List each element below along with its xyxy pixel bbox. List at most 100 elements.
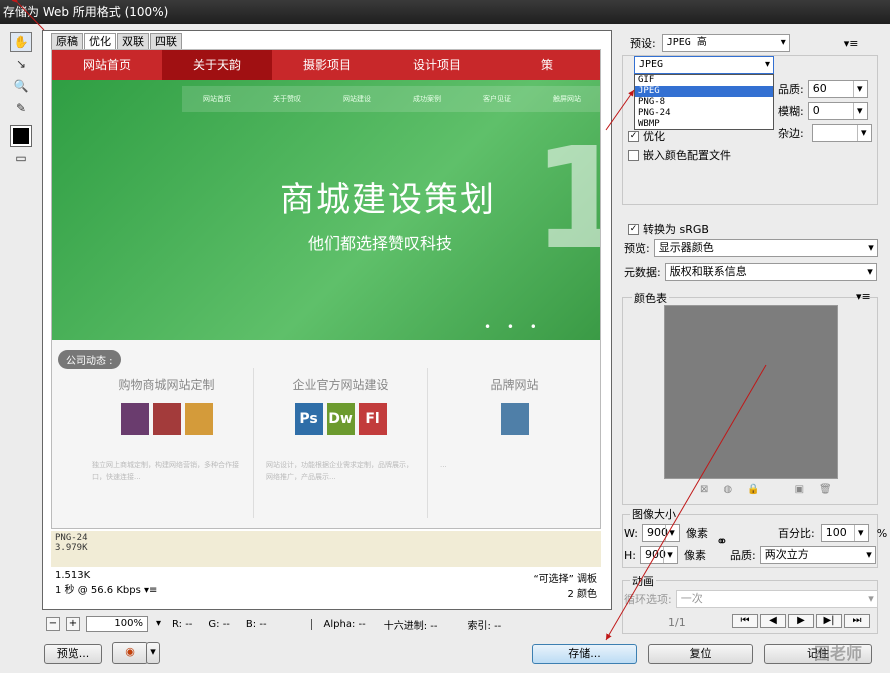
preview-nav-item: 关于天韵: [162, 50, 272, 80]
dialog-buttons: 预览... ◉ ▾ 存储... 复位 记住: [0, 640, 890, 670]
width-row: W: 900 像素: [624, 524, 708, 542]
quality-row: 品质: 60: [778, 80, 868, 98]
watermark-logo: 图老师: [814, 644, 863, 663]
height-row: H: 900 像素: [624, 546, 706, 564]
slice-format: PNG-24: [55, 533, 88, 543]
preview-card-text: 网站设计，功能根据企业需求定制，品牌展示，网络推广，产品展示...: [266, 461, 413, 481]
format-option-png8[interactable]: PNG-8: [635, 97, 773, 108]
preview-card-title: 企业官方网站建设: [292, 378, 389, 392]
preview-card-art: [440, 403, 589, 449]
animation-controls: ⏮ ◀ ▶ ▶| ⏭: [732, 614, 870, 628]
preview-nav-item: 设计项目: [412, 58, 461, 72]
metadata-label: 元数据:: [624, 266, 661, 279]
preview-card-art: [92, 403, 241, 449]
preview-subnav-item: 网站首页: [203, 95, 231, 103]
convert-srgb-row: ✓ 转换为 sRGB: [628, 221, 709, 237]
preview-hero-banner: 网站首页 关于赞叹 网站建设 成功案例 客户见证 触屏网站 1 商城建设策划 他…: [52, 80, 600, 340]
view-tabs: 原稿 优化 双联 四联: [51, 33, 183, 49]
format-option-gif[interactable]: GIF: [635, 75, 773, 86]
download-speed-menu-icon[interactable]: ▾≡: [144, 585, 157, 596]
embed-profile-checkbox[interactable]: [628, 149, 639, 161]
first-frame-button[interactable]: ⏮: [732, 614, 758, 628]
slice-size: 3.979K: [55, 543, 88, 553]
eyedropper-color-swatch[interactable]: [10, 125, 32, 147]
metadata-select[interactable]: 版权和联系信息: [664, 263, 877, 281]
constrain-proportions-icon[interactable]: ⚭: [716, 534, 728, 550]
quality-field[interactable]: 60: [807, 80, 868, 98]
zoom-tool-icon[interactable]: 🔍: [10, 76, 32, 96]
preview-carousel-dots: • • •: [484, 320, 543, 334]
tab-4-up[interactable]: 四联: [150, 33, 182, 49]
width-unit: 像素: [685, 527, 708, 540]
height-field[interactable]: 900: [639, 546, 678, 564]
slice-select-tool-icon[interactable]: ↘: [10, 54, 32, 74]
save-button[interactable]: 存储...: [532, 644, 637, 664]
preview-subnav-item: 触屏网站: [553, 95, 581, 103]
hand-tool-icon[interactable]: ✋: [10, 32, 32, 52]
zoom-out-button[interactable]: −: [46, 617, 60, 631]
panel-menu-icon[interactable]: ▾≡: [844, 37, 859, 50]
lock-color-icon[interactable]: 🔒: [747, 484, 759, 495]
optimized-row: ✓ 优化: [628, 128, 665, 144]
preset-select[interactable]: JPEG 高: [661, 34, 790, 52]
preview-nav-item: 策: [540, 58, 553, 72]
embed-profile-row: 嵌入颜色配置文件: [628, 147, 731, 163]
image-size-title: 图像大小: [630, 506, 678, 522]
color-table-buttons: ⊠ ◍ 🔒 ▣ 🗑: [700, 484, 832, 495]
browser-icon: ◉: [125, 645, 135, 658]
chevron-down-icon: ▾: [150, 645, 156, 658]
format-option-wbmp[interactable]: WBMP: [635, 119, 773, 130]
tab-original[interactable]: 原稿: [51, 33, 83, 49]
preview-nav-bar: 网站首页 关于天韵 摄影项目 设计项目 策: [52, 50, 600, 80]
preview-card-art: Ps Dw Fl: [266, 403, 415, 449]
preview-subnav-item: 关于赞叹: [273, 95, 301, 103]
color-table-menu-icon[interactable]: ▾≡: [856, 290, 871, 303]
last-frame-button[interactable]: ⏭: [844, 614, 870, 628]
quality-label: 品质:: [778, 83, 804, 96]
loop-select[interactable]: 一次: [675, 590, 878, 608]
convert-srgb-checkbox[interactable]: ✓: [628, 223, 639, 235]
browser-preview-button[interactable]: ◉: [112, 642, 148, 664]
percent-unit: %: [876, 526, 888, 540]
color-table-grid[interactable]: [664, 305, 838, 479]
previous-frame-button[interactable]: ◀: [760, 614, 786, 628]
preview-color-select[interactable]: 显示器颜色: [653, 239, 878, 257]
tab-optimized[interactable]: 优化: [84, 33, 116, 49]
toggle-slices-icon[interactable]: ▭: [10, 148, 32, 168]
blur-field[interactable]: 0: [807, 102, 868, 120]
optimized-image-preview[interactable]: 网站首页 关于天韵 摄影项目 设计项目 策 网站首页 关于赞叹 网站建设 成功案…: [51, 49, 601, 529]
format-row: JPEG: [634, 56, 774, 74]
width-field[interactable]: 900: [641, 524, 680, 542]
eyedropper-tool-icon[interactable]: ✎: [10, 98, 32, 118]
optimized-checkbox[interactable]: ✓: [628, 130, 639, 142]
resample-label: 品质:: [730, 549, 756, 562]
zoom-in-button[interactable]: +: [66, 617, 80, 631]
blur-row: 模糊: 0: [778, 102, 868, 120]
delete-color-icon[interactable]: 🗑: [819, 484, 832, 495]
map-transparency-icon[interactable]: ⊠: [700, 484, 708, 495]
web-shift-icon[interactable]: ◍: [723, 484, 732, 495]
file-format-select[interactable]: JPEG: [634, 56, 774, 74]
matte-select[interactable]: [811, 124, 872, 142]
reset-button[interactable]: 复位: [648, 644, 753, 664]
preview-subnav-item: 网站建设: [343, 95, 371, 103]
format-option-jpeg[interactable]: JPEG: [635, 86, 773, 97]
percent-field[interactable]: 100: [820, 524, 869, 542]
new-color-icon[interactable]: ▣: [795, 484, 804, 495]
next-frame-button[interactable]: ▶|: [816, 614, 842, 628]
blue-readout: B: --: [245, 618, 267, 630]
tab-2-up[interactable]: 双联: [117, 33, 149, 49]
zoom-level-select[interactable]: 100%: [86, 616, 161, 632]
format-option-png24[interactable]: PNG-24: [635, 108, 773, 119]
width-label: W:: [624, 526, 638, 540]
resample-select[interactable]: 两次立方: [759, 546, 876, 564]
palette-label: “可选择” 调板: [533, 574, 597, 585]
preview-nav-item: 摄影项目: [302, 58, 351, 72]
preset-label: 预设:: [630, 37, 656, 50]
color-table-title: 颜色表: [632, 290, 669, 306]
preview-button[interactable]: 预览...: [44, 644, 102, 664]
play-button[interactable]: ▶: [788, 614, 814, 628]
preview-card: 购物商城网站定制 独立网上商城定制，构建网络营销，多种合作接口，快速连接...: [80, 368, 254, 518]
browser-menu-button[interactable]: ▾: [146, 642, 160, 664]
height-unit: 像素: [683, 549, 706, 562]
